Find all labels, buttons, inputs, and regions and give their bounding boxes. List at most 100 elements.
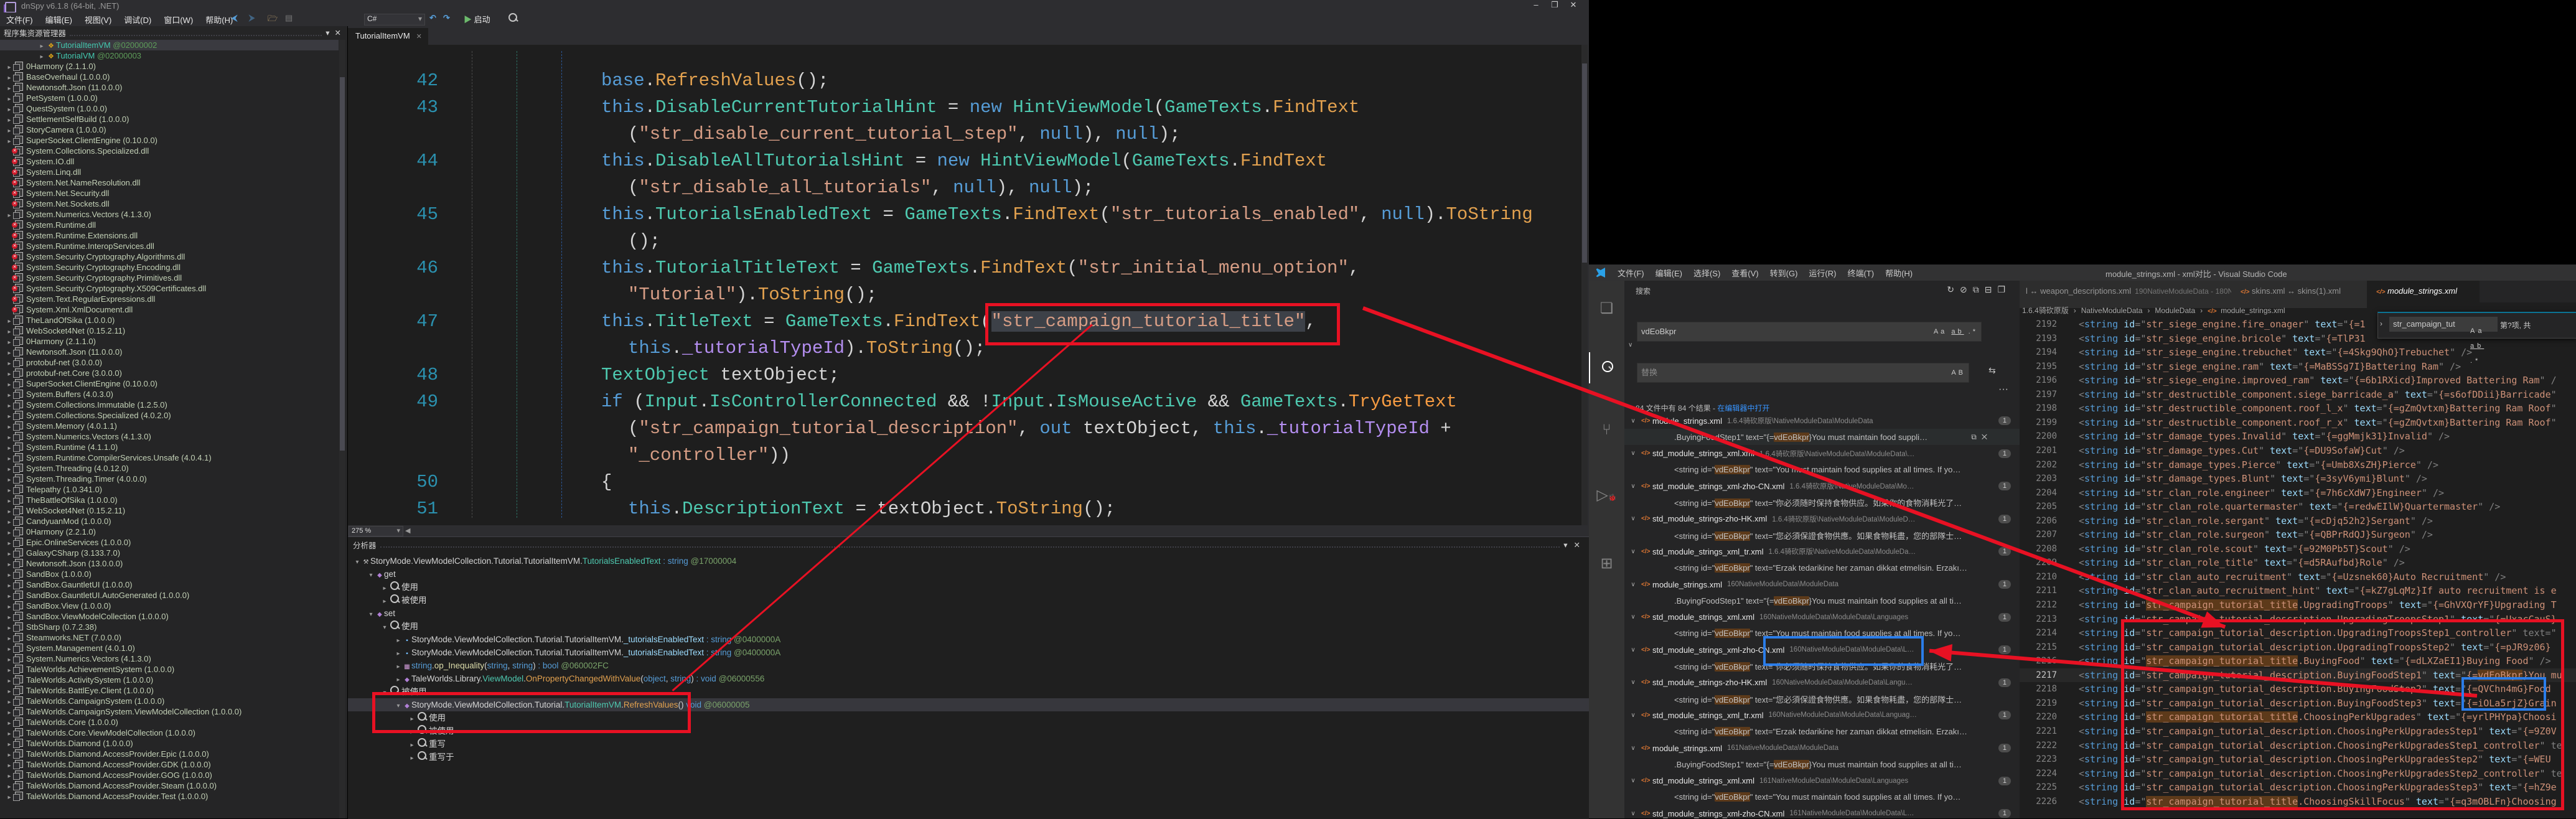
- analyzer-row[interactable]: ▸使用: [348, 581, 418, 594]
- result-match-row[interactable]: <string id="vdEoBkpr" text="You must mai…: [1624, 789, 2020, 805]
- dismiss-icon[interactable]: ✕: [1982, 433, 1992, 441]
- match-case-icon[interactable]: Aa: [1934, 328, 1947, 335]
- nav-forward-icon[interactable]: ⮞: [249, 13, 255, 23]
- run-debug-icon[interactable]: ▷🐞: [1589, 480, 1624, 511]
- result-match-row[interactable]: .BuyingFoodStep1" text="{=vdEoBkpr}You m…: [1624, 592, 2020, 609]
- toggle-replace-chevron-icon[interactable]: ∨: [1628, 342, 1632, 349]
- tree-item-type[interactable]: ▸❖TutorialVM @02000003: [0, 50, 339, 61]
- zoom-level-select[interactable]: 275 %▾: [349, 526, 403, 536]
- result-file-row[interactable]: ∨</>std_module_strings-zho-HK.xml160Nati…: [1624, 675, 2020, 691]
- tree-item-assembly[interactable]: ▸WebSocket4Net (0.15.2.11): [0, 505, 339, 516]
- regex-icon[interactable]: .*: [1969, 328, 1978, 335]
- tree-item-assembly[interactable]: ▸System.Runtime (4.1.1.0): [0, 442, 339, 452]
- tree-item-assembly[interactable]: System.Linq.dll: [0, 167, 339, 177]
- result-file-row[interactable]: ∨</>std_module_strings_xml_tr.xml160Nati…: [1624, 707, 2020, 723]
- analyzer-row[interactable]: ▸被使用: [348, 594, 427, 607]
- menu-item[interactable]: 选择(S): [1688, 268, 1725, 279]
- open-in-editor-link[interactable]: 在编辑器中打开: [1717, 404, 1769, 413]
- tree-item-assembly[interactable]: ▸Newtonsoft.Json (11.0.0.0): [0, 347, 339, 357]
- result-file-row[interactable]: ∨</>std_module_strings_xml_tr.xml1.6.4骑砍…: [1624, 543, 2020, 559]
- tree-item-assembly[interactable]: ▸SandBox.GauntletUI (1.0.0.0): [0, 579, 339, 590]
- find-input[interactable]: str_campaign_tut Aa ab .*: [2389, 317, 2498, 332]
- replace-all-icon[interactable]: ⇆: [1988, 365, 1996, 376]
- menu-item[interactable]: 帮助(H): [1880, 268, 1918, 279]
- clear-results-icon[interactable]: ⊘: [1960, 284, 1973, 294]
- tree-item-assembly[interactable]: ▸TaleWorlds.Diamond (1.0.0.0): [0, 738, 339, 749]
- find-match-case-icon[interactable]: Aa: [2470, 327, 2485, 335]
- tree-item-assembly[interactable]: ▸StoryCamera (1.0.0.0): [0, 124, 339, 135]
- result-file-row[interactable]: ∨</>module_strings.xml160NativeModuleDat…: [1624, 576, 2020, 592]
- whole-word-icon[interactable]: ab: [1951, 328, 1964, 335]
- result-file-row[interactable]: ∨</>std_module_strings_xml.xml1.6.4骑砍原版\…: [1624, 446, 2020, 462]
- restore-icon[interactable]: ❐: [1545, 0, 1564, 10]
- tree-item-assembly[interactable]: ▸TaleWorlds.Diamond.AccessProvider.Test …: [0, 791, 339, 802]
- tree-item-assembly[interactable]: ▸0Harmony (2.2.1.0): [0, 526, 339, 537]
- decompiled-code-editor[interactable]: 42base.RefreshValues();43this.DisableCur…: [348, 45, 1581, 525]
- replace-input[interactable]: 替换 AB: [1637, 363, 1969, 383]
- find-whole-word-icon[interactable]: ab: [2470, 342, 2484, 350]
- tree-item-type[interactable]: ▸❖TutorialItemVM @02000002: [0, 40, 339, 50]
- analyzer-row[interactable]: ▸▦string.op_Inequality(string, string) :…: [348, 659, 609, 672]
- panel-dropdown-icon[interactable]: ▾: [326, 28, 329, 37]
- redo-icon[interactable]: ↷: [443, 13, 450, 23]
- menu-item[interactable]: 运行(R): [1804, 268, 1841, 279]
- tree-item-assembly[interactable]: System.Collections.Specialized.dll: [0, 146, 339, 156]
- tree-item-assembly[interactable]: System.IO.dll: [0, 156, 339, 167]
- tree-item-assembly[interactable]: ▸SandBox.GauntletUI.AutoGenerated (1.0.0…: [0, 590, 339, 601]
- tree-item-assembly[interactable]: ▸TaleWorlds.AchievementSystem (1.0.0.0): [0, 664, 339, 675]
- search-icon[interactable]: [1589, 352, 1626, 383]
- result-file-row[interactable]: ∨</>module_strings.xml161NativeModuleDat…: [1624, 740, 2020, 756]
- tree-item-assembly[interactable]: ▸StbSharp (0.7.2.38): [0, 622, 339, 632]
- tree-item-assembly[interactable]: ▸SuperSocket.ClientEngine (0.10.0.0): [0, 378, 339, 389]
- breadcrumb-item[interactable]: ModuleData: [2155, 306, 2195, 315]
- open-file-icon[interactable]: ⧉: [1971, 433, 1982, 441]
- tree-item-assembly[interactable]: System.Runtime.dll: [0, 220, 339, 230]
- tree-item-assembly[interactable]: System.Text.RegularExpressions.dll: [0, 294, 339, 304]
- menu-item[interactable]: 窗口(W): [157, 12, 199, 27]
- tree-item-assembly[interactable]: ▸TheLandOfSika (1.0.0.0): [0, 315, 339, 325]
- find-regex-icon[interactable]: .*: [2470, 357, 2481, 365]
- tree-item-assembly[interactable]: ▸PetSystem (1.0.0.0): [0, 93, 339, 103]
- menu-item[interactable]: 转到(G): [1765, 268, 1803, 279]
- refresh-icon[interactable]: ↻: [1947, 284, 1960, 294]
- tree-item-assembly[interactable]: ▸SettlementSelfBuild (1.0.0.0): [0, 114, 339, 124]
- tree-item-assembly[interactable]: ▸0Harmony (2.1.1.0): [0, 61, 339, 72]
- tree-item-assembly[interactable]: System.Security.Cryptography.X509Certifi…: [0, 283, 339, 294]
- menu-item[interactable]: 文件(F): [1613, 268, 1649, 279]
- tree-item-assembly[interactable]: ▸SandBox.View (1.0.0.0): [0, 601, 339, 611]
- tree-item-assembly[interactable]: ▸System.Numerics.Vectors (4.1.3.0): [0, 431, 339, 442]
- menu-item[interactable]: 视图(V): [78, 12, 118, 27]
- tab-close-icon[interactable]: ✕: [416, 33, 422, 40]
- tree-item-assembly[interactable]: ▸protobuf-net.Core (3.0.0.0): [0, 368, 339, 378]
- minimize-icon[interactable]: –: [1527, 0, 1545, 9]
- tree-item-assembly[interactable]: ▸TaleWorlds.BattlEye.Client (1.0.0.0): [0, 685, 339, 696]
- tree-item-assembly[interactable]: ▸System.Numerics.Vectors (4.1.3.0): [0, 209, 339, 220]
- result-match-row[interactable]: <string id="vdEoBkpr" text="你必须随时保持食物供应。…: [1624, 495, 2020, 511]
- search-input[interactable]: vdEoBkpr Aa ab .*: [1637, 322, 1982, 342]
- tree-item-assembly[interactable]: System.Runtime.InteropServices.dll: [0, 241, 339, 251]
- tree-item-assembly[interactable]: ▸System.Collections.Specialized (4.0.2.0…: [0, 410, 339, 421]
- analyzer-row[interactable]: ▾◆set: [348, 607, 395, 620]
- tree-item-assembly[interactable]: System.Security.Cryptography.Encoding.dl…: [0, 262, 339, 273]
- menu-item[interactable]: 编辑(E): [39, 12, 78, 27]
- tree-item-assembly[interactable]: ▸Newtonsoft.Json (11.0.0.0): [0, 82, 339, 93]
- undo-icon[interactable]: ↶: [429, 13, 436, 23]
- tree-item-assembly[interactable]: ▸System.Collections.Immutable (1.2.5.0): [0, 400, 339, 410]
- collapse-all-icon[interactable]: ⊟: [1985, 284, 1998, 294]
- result-match-row[interactable]: <string id="vdEoBkpr" text="Erzak tedari…: [1624, 724, 2020, 740]
- tree-item-assembly[interactable]: ▸System.Numerics.Vectors (4.1.3.0): [0, 653, 339, 664]
- tree-item-assembly[interactable]: ▸protobuf-net (3.0.0.0): [0, 357, 339, 368]
- source-control-icon[interactable]: ⑂: [1589, 414, 1624, 446]
- result-file-row[interactable]: ∨</>std_module_strings_xml-zho-CN.xml1.6…: [1624, 478, 2020, 494]
- tree-item-assembly[interactable]: ▸SuperSocket.ClientEngine (0.10.0.0): [0, 135, 339, 146]
- analyzer-row[interactable]: ▸重写于: [348, 751, 454, 764]
- tree-item-assembly[interactable]: ▸TaleWorlds.Core.ViewModelCollection (1.…: [0, 728, 339, 738]
- tree-item-assembly[interactable]: ▸TaleWorlds.CampaignSystem (1.0.0.0): [0, 696, 339, 706]
- hscroll-left-icon[interactable]: ◀: [405, 526, 410, 535]
- tree-item-assembly[interactable]: ▸BaseOverhaul (1.0.0.0): [0, 72, 339, 82]
- tree-item-assembly[interactable]: ▸0Harmony (2.1.1.0): [0, 336, 339, 347]
- result-file-row[interactable]: ∨</>std_module_strings-zho-HK.xml1.6.4骑砍…: [1624, 511, 2020, 527]
- tree-item-assembly[interactable]: System.Security.Cryptography.Primitives.…: [0, 273, 339, 283]
- open-search-editor-icon[interactable]: ⧉: [1973, 284, 1985, 294]
- tree-item-assembly[interactable]: ▸TaleWorlds.Diamond.AccessProvider.Steam…: [0, 780, 339, 791]
